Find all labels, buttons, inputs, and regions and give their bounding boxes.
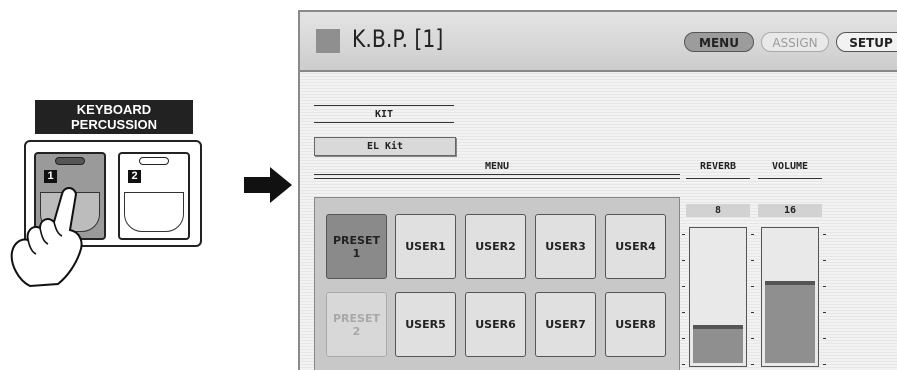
slider-tick <box>751 286 754 287</box>
preset-1-line2: 1 <box>352 246 361 260</box>
user4-button[interactable]: USER4 <box>605 214 666 279</box>
divider <box>314 174 680 175</box>
divider <box>314 105 454 106</box>
label-line-1: KEYBOARD <box>76 102 152 117</box>
right-arrow-icon <box>244 167 292 203</box>
slider-tick <box>823 364 826 365</box>
volume-slider-knob[interactable] <box>765 281 815 285</box>
volume-slider-fill <box>765 283 815 363</box>
slider-tick <box>751 234 754 235</box>
slider-tick <box>823 286 826 287</box>
preset-2-line1: PRESET <box>333 311 380 325</box>
slider-tick <box>682 338 685 339</box>
button-face <box>124 192 184 232</box>
assign-button[interactable]: ASSIGN <box>761 32 829 52</box>
keyboard-percussion-label: KEYBOARD PERCUSSION <box>35 100 193 134</box>
slider-tick <box>751 260 754 261</box>
preset-1-button[interactable]: PRESET 1 <box>326 214 387 279</box>
slider-tick <box>823 312 826 313</box>
label-line-2: PERCUSSION <box>71 117 157 132</box>
menu-button-grid: PRESET 1 USER1 USER2 USER3 USER4 PRESET 2 … <box>314 197 680 370</box>
slider-tick <box>751 312 754 313</box>
user2-button[interactable]: USER2 <box>465 214 526 279</box>
slider-tick <box>823 338 826 339</box>
menu-button[interactable]: MENU <box>684 32 754 52</box>
divider <box>314 178 680 179</box>
volume-value: 16 <box>758 204 822 217</box>
panel-button-2[interactable]: 2 <box>118 152 190 240</box>
divider <box>314 122 454 123</box>
slider-tick <box>823 260 826 261</box>
reverb-label: REVERB <box>699 161 737 172</box>
title-swatch-icon <box>316 29 340 53</box>
pressing-hand-icon <box>10 187 83 288</box>
reverb-slider-knob[interactable] <box>693 325 743 329</box>
volume-label: VOLUME <box>771 161 809 172</box>
slider-tick <box>682 234 685 235</box>
preset-1-line1: PRESET <box>333 233 380 247</box>
slider-tick <box>682 312 685 313</box>
menu-section-label: MENU <box>484 161 510 172</box>
user8-button[interactable]: USER8 <box>605 292 666 357</box>
user5-button[interactable]: USER5 <box>395 292 456 357</box>
divider <box>686 178 750 179</box>
volume-slider[interactable] <box>761 227 819 367</box>
user7-button[interactable]: USER7 <box>535 292 596 357</box>
title-bar: K.B.P. [1] MENU ASSIGN SETUP <box>300 12 897 72</box>
slider-tick <box>682 364 685 365</box>
setup-button[interactable]: SETUP <box>836 32 897 52</box>
slider-tick <box>682 260 685 261</box>
reverb-slider[interactable] <box>689 227 747 367</box>
user3-button[interactable]: USER3 <box>535 214 596 279</box>
divider <box>758 178 822 179</box>
preset-2-line2: 2 <box>352 324 361 338</box>
reverb-slider-fill <box>693 327 743 363</box>
preset-2-button[interactable]: PRESET 2 <box>326 292 387 357</box>
page-title: K.B.P. [1] <box>352 25 444 53</box>
button-number-2: 2 <box>128 170 141 183</box>
slider-tick <box>751 338 754 339</box>
kit-select-button[interactable]: EL Kit <box>314 137 456 156</box>
display-screen: K.B.P. [1] MENU ASSIGN SETUP KIT EL Kit … <box>298 10 897 370</box>
user1-button[interactable]: USER1 <box>395 214 456 279</box>
led-indicator-icon <box>139 157 169 165</box>
slider-tick <box>751 364 754 365</box>
user6-button[interactable]: USER6 <box>465 292 526 357</box>
slider-tick <box>823 234 826 235</box>
kit-label: KIT <box>374 109 394 120</box>
reverb-value: 8 <box>686 204 750 217</box>
slider-tick <box>682 286 685 287</box>
